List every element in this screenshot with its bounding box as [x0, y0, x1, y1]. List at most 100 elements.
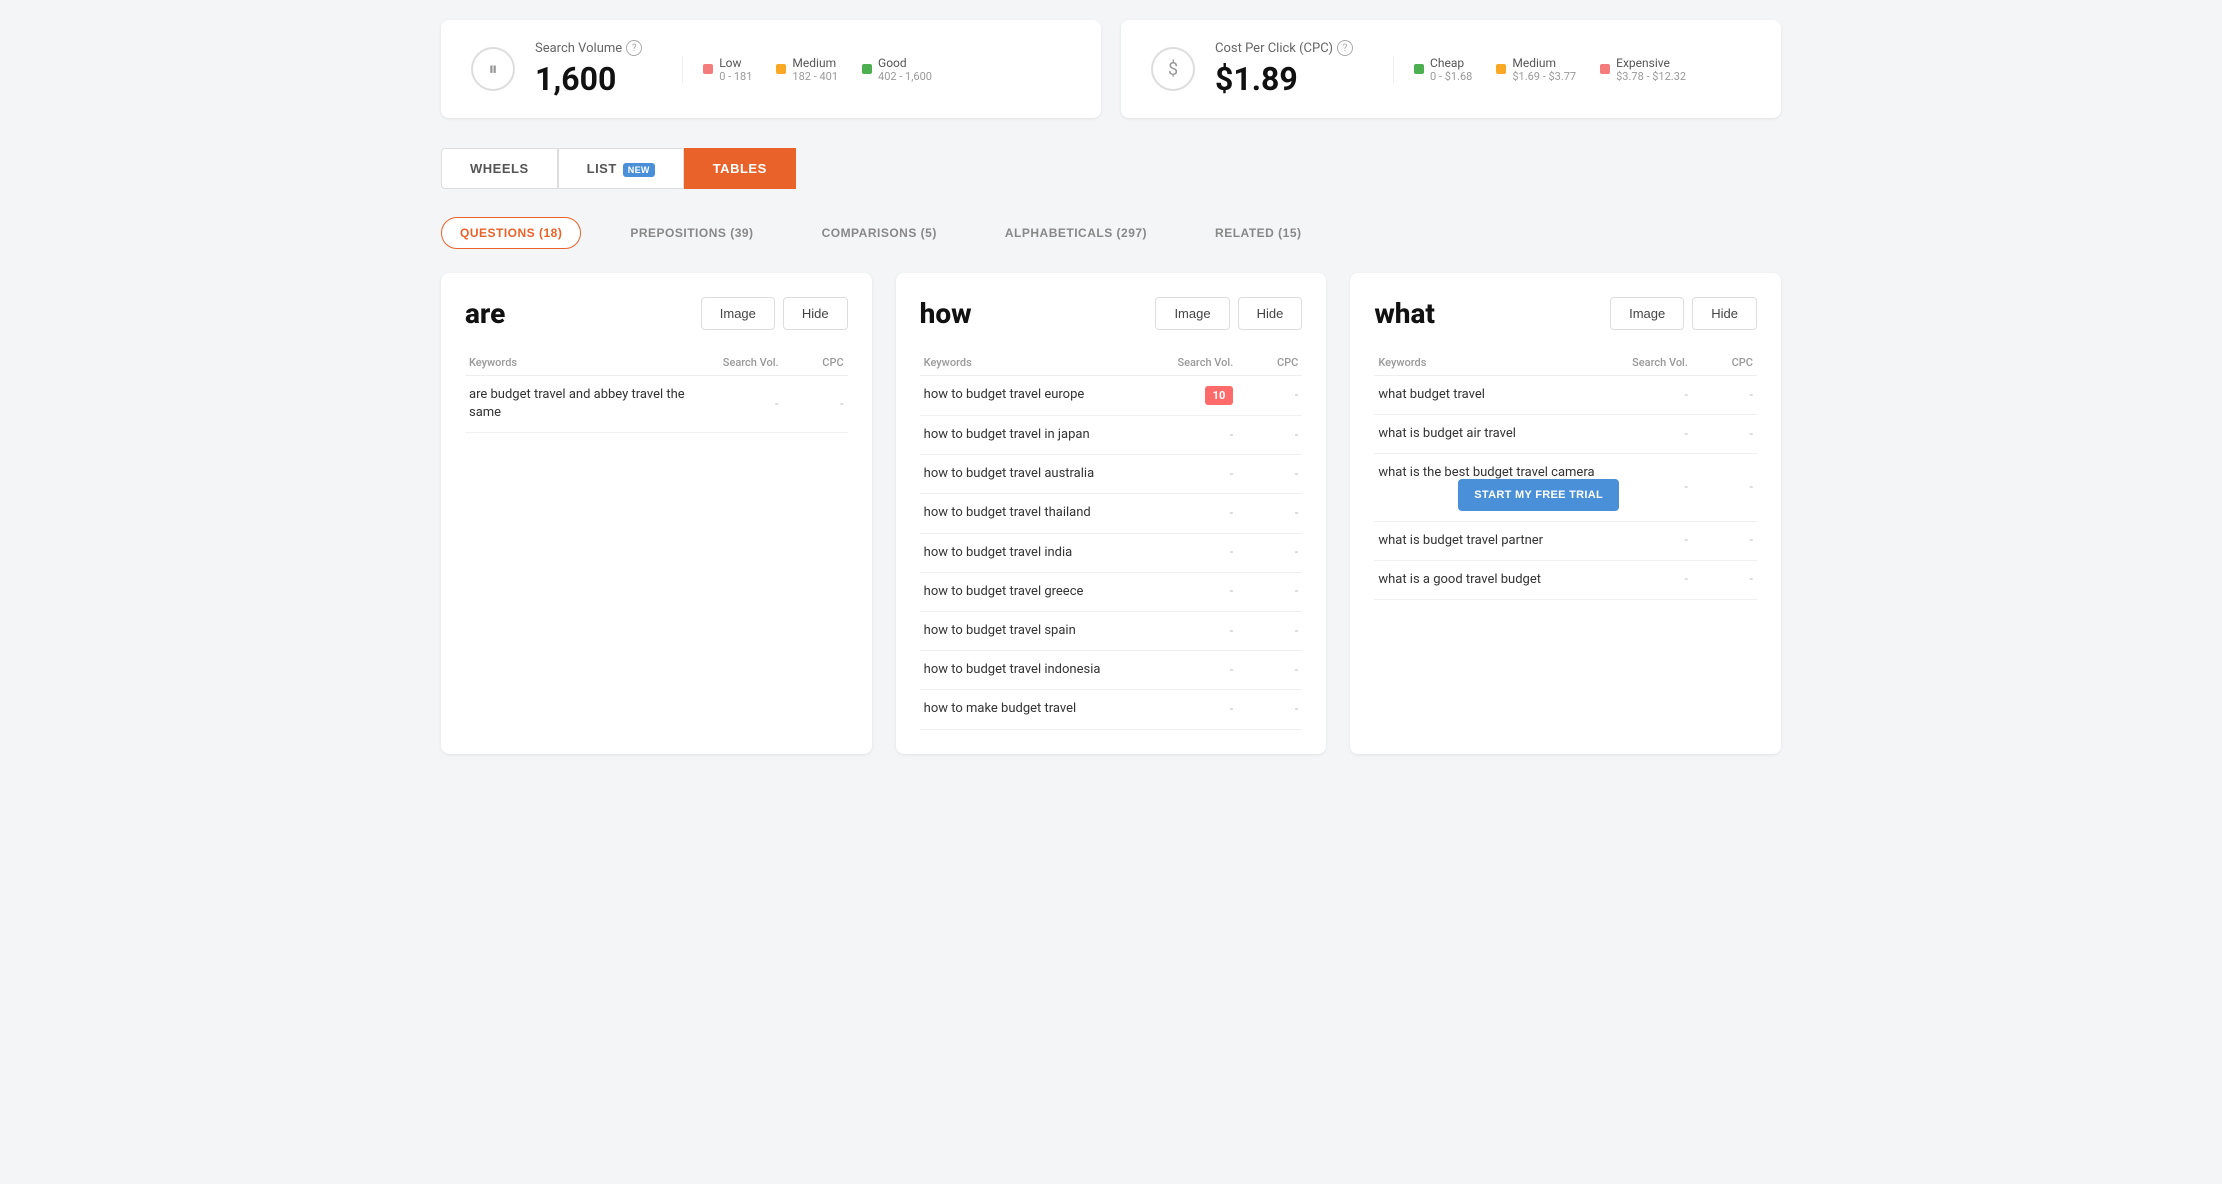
keyword-cell: how to budget travel india	[920, 533, 1169, 572]
keyword-card-are: are Image Hide Keywords Search Vol. CPC …	[441, 273, 872, 754]
table-row: what is a good travel budget--	[1374, 560, 1757, 599]
stats-bar: ⏸ Search Volume ? 1,600 Low 0 - 181	[441, 20, 1781, 118]
legend-good-text: Good 402 - 1,600	[878, 56, 932, 83]
filter-questions[interactable]: QUESTIONS (18)	[441, 217, 581, 249]
legend-low-text: Low 0 - 181	[719, 56, 752, 83]
keyword-table-what: Keywords Search Vol. CPC what budget tra…	[1374, 350, 1757, 600]
new-badge: NEW	[623, 163, 655, 177]
cpc-cell: -	[1692, 521, 1757, 560]
tab-wheels[interactable]: WHEELS	[441, 148, 558, 189]
search-volume-value: 1,600	[535, 60, 642, 98]
filter-comparisons[interactable]: COMPARISONS (5)	[803, 217, 956, 249]
tab-list[interactable]: LISTNEW	[558, 148, 684, 189]
cpc-cell: -	[1237, 651, 1302, 690]
col-header-vol-what: Search Vol.	[1623, 350, 1692, 376]
legend-medium-cpc-dot	[1496, 64, 1506, 74]
vol-cell: -	[1168, 690, 1237, 729]
table-row: how to budget travel thailand--	[920, 494, 1303, 533]
col-header-vol-how: Search Vol.	[1168, 350, 1237, 376]
keyword-table-are: Keywords Search Vol. CPC are budget trav…	[465, 350, 848, 433]
cpc-card: $ Cost Per Click (CPC) ? $1.89 Cheap 0 -…	[1121, 20, 1781, 118]
keyword-cell: what is budget travel partner	[1374, 521, 1623, 560]
keyword-cell: how to budget travel greece	[920, 572, 1169, 611]
legend-good-dot	[862, 64, 872, 74]
legend-medium-cpc: Medium $1.69 - $3.77	[1496, 56, 1576, 83]
keyword-cell: how to budget travel europe	[920, 376, 1169, 416]
legend-cheap-text: Cheap 0 - $1.68	[1430, 56, 1472, 83]
cpc-help-icon[interactable]: ?	[1337, 40, 1353, 56]
search-volume-icon: ⏸	[471, 47, 515, 91]
col-header-keywords-what: Keywords	[1374, 350, 1623, 376]
table-row: how to make budget travel--	[920, 690, 1303, 729]
image-button-how[interactable]: Image	[1155, 297, 1229, 330]
col-header-cpc-how: CPC	[1237, 350, 1302, 376]
cpc-cell: -	[1237, 572, 1302, 611]
image-button-are[interactable]: Image	[701, 297, 775, 330]
keyword-cell: what is the best budget travel cameraSTA…	[1374, 454, 1623, 521]
keyword-card-how: how Image Hide Keywords Search Vol. CPC …	[896, 273, 1327, 754]
tab-tables[interactable]: TABLES	[684, 148, 796, 189]
vol-cell: -	[1168, 611, 1237, 650]
legend-medium-text: Medium 182 - 401	[792, 56, 838, 83]
cpc-value: $1.89	[1215, 60, 1353, 98]
cpc-cell: -	[783, 376, 848, 433]
hide-button-how[interactable]: Hide	[1238, 297, 1303, 330]
table-row: how to budget travel spain--	[920, 611, 1303, 650]
card-word-are: are	[465, 297, 505, 330]
cpc-cell: -	[1237, 690, 1302, 729]
table-row: how to budget travel australia--	[920, 455, 1303, 494]
search-volume-main: Search Volume ? 1,600	[535, 40, 642, 98]
cpc-cell: -	[1692, 560, 1757, 599]
filter-alphabeticals[interactable]: ALPHABETICALS (297)	[986, 217, 1166, 249]
card-actions-how: Image Hide	[1155, 297, 1302, 330]
cpc-cell: -	[1237, 611, 1302, 650]
col-header-keywords-how: Keywords	[920, 350, 1169, 376]
col-header-cpc-are: CPC	[783, 350, 848, 376]
image-button-what[interactable]: Image	[1610, 297, 1684, 330]
keyword-cell: what is budget air travel	[1374, 415, 1623, 454]
keyword-cell: how to make budget travel	[920, 690, 1169, 729]
keyword-cell: how to budget travel spain	[920, 611, 1169, 650]
filter-prepositions[interactable]: PREPOSITIONS (39)	[611, 217, 772, 249]
search-volume-help-icon[interactable]: ?	[626, 40, 642, 56]
table-row: how to budget travel in japan--	[920, 416, 1303, 455]
hide-button-are[interactable]: Hide	[783, 297, 848, 330]
cpc-cell: -	[1237, 455, 1302, 494]
card-header-how: how Image Hide	[920, 297, 1303, 330]
vol-cell: -	[1623, 521, 1692, 560]
card-actions-what: Image Hide	[1610, 297, 1757, 330]
table-row: what budget travel--	[1374, 376, 1757, 415]
cpc-cell: -	[1237, 416, 1302, 455]
vol-cell: -	[714, 376, 783, 433]
vol-cell: -	[1168, 572, 1237, 611]
search-volume-legend: Low 0 - 181 Medium 182 - 401 Good 402	[682, 56, 932, 83]
vol-cell: -	[1168, 533, 1237, 572]
col-header-vol-are: Search Vol.	[714, 350, 783, 376]
cpc-cell: -	[1692, 454, 1757, 521]
cpc-cell: -	[1237, 494, 1302, 533]
filter-related[interactable]: RELATED (15)	[1196, 217, 1320, 249]
search-volume-card: ⏸ Search Volume ? 1,600 Low 0 - 181	[441, 20, 1101, 118]
hide-button-what[interactable]: Hide	[1692, 297, 1757, 330]
keyword-cell: how to budget travel australia	[920, 455, 1169, 494]
card-word-what: what	[1374, 297, 1435, 330]
start-free-trial-button[interactable]: START MY FREE TRIAL	[1458, 479, 1619, 511]
table-row: how to budget travel india--	[920, 533, 1303, 572]
table-row: how to budget travel greece--	[920, 572, 1303, 611]
card-actions-are: Image Hide	[701, 297, 848, 330]
legend-cheap: Cheap 0 - $1.68	[1414, 56, 1472, 83]
table-row: how to budget travel indonesia--	[920, 651, 1303, 690]
legend-medium-cpc-text: Medium $1.69 - $3.77	[1512, 56, 1576, 83]
legend-expensive: Expensive $3.78 - $12.32	[1600, 56, 1686, 83]
card-word-how: how	[920, 297, 972, 330]
cpc-label: Cost Per Click (CPC) ?	[1215, 40, 1353, 56]
keyword-cell: are budget travel and abbey travel the s…	[465, 376, 714, 433]
keyword-cell: how to budget travel indonesia	[920, 651, 1169, 690]
table-row: what is budget air travel--	[1374, 415, 1757, 454]
keyword-table-how: Keywords Search Vol. CPC how to budget t…	[920, 350, 1303, 730]
keyword-card-what: what Image Hide Keywords Search Vol. CPC…	[1350, 273, 1781, 754]
tab-bar: WHEELS LISTNEW TABLES	[441, 148, 1781, 189]
legend-low-dot	[703, 64, 713, 74]
vol-cell: -	[1623, 560, 1692, 599]
filter-bar: QUESTIONS (18) PREPOSITIONS (39) COMPARI…	[441, 217, 1781, 249]
